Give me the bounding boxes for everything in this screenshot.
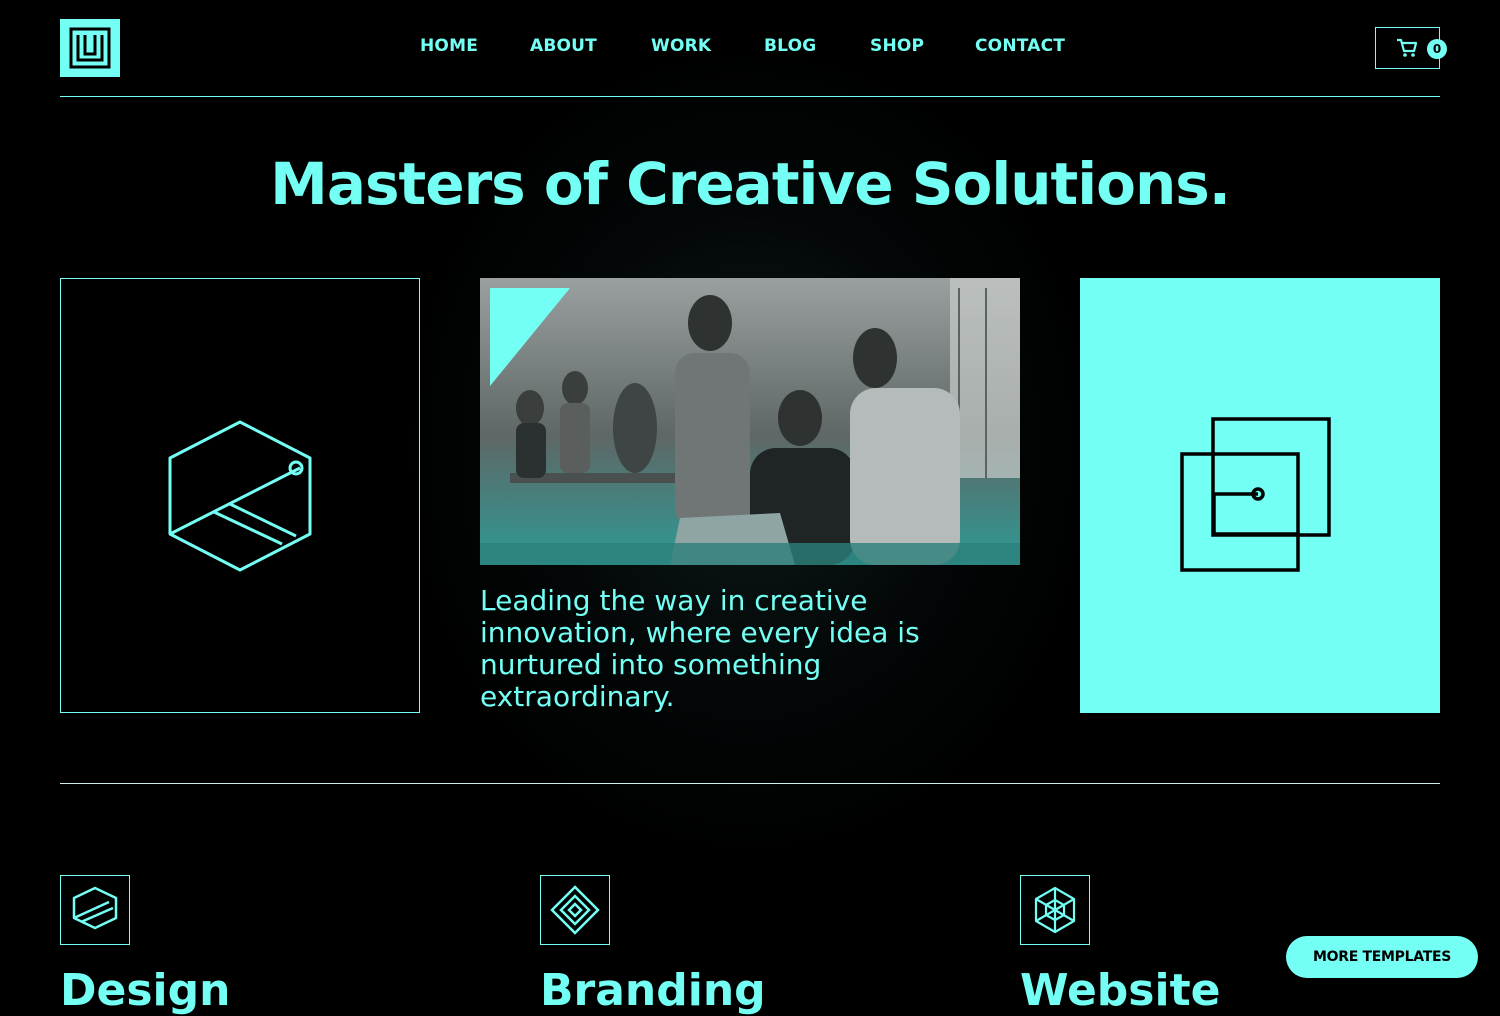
cart-icon <box>1397 38 1418 57</box>
nav-shop[interactable]: SHOP <box>870 36 924 56</box>
hero-card-left <box>60 278 420 713</box>
hero-title: Masters of Creative Solutions. <box>270 150 1231 218</box>
nav-home[interactable]: HOME <box>420 36 478 56</box>
team-meeting-photo <box>480 278 1020 565</box>
main-nav: HOME ABOUT WORK BLOG SHOP CONTACT <box>0 36 1500 62</box>
photo-illustration <box>480 278 1020 565</box>
more-templates-button[interactable]: MORE TEMPLATES <box>1286 936 1478 978</box>
service-website-title: Website <box>1020 965 1221 1016</box>
nav-work[interactable]: WORK <box>651 36 711 56</box>
snowflake-icon <box>1034 886 1076 934</box>
hexagon-icon <box>168 420 312 571</box>
header-divider <box>60 96 1440 97</box>
overlapping-squares-icon <box>1180 416 1331 572</box>
nav-contact[interactable]: CONTACT <box>975 36 1065 56</box>
cart-count-badge: 0 <box>1427 39 1447 59</box>
service-design-title: Design <box>60 965 231 1016</box>
hero-card-right <box>1080 278 1440 713</box>
service-website-icon-box <box>1020 875 1090 945</box>
service-branding-icon-box <box>540 875 610 945</box>
service-branding-title: Branding <box>540 965 766 1016</box>
hero-description: Leading the way in creative innovation, … <box>480 584 920 713</box>
nav-blog[interactable]: BLOG <box>764 36 816 56</box>
nav-about[interactable]: ABOUT <box>530 36 597 56</box>
diamond-icon <box>550 885 600 935</box>
cart-button[interactable]: 0 <box>1375 27 1447 69</box>
service-design-icon-box <box>60 875 130 945</box>
layers-icon <box>72 886 118 930</box>
section-divider <box>60 783 1440 784</box>
